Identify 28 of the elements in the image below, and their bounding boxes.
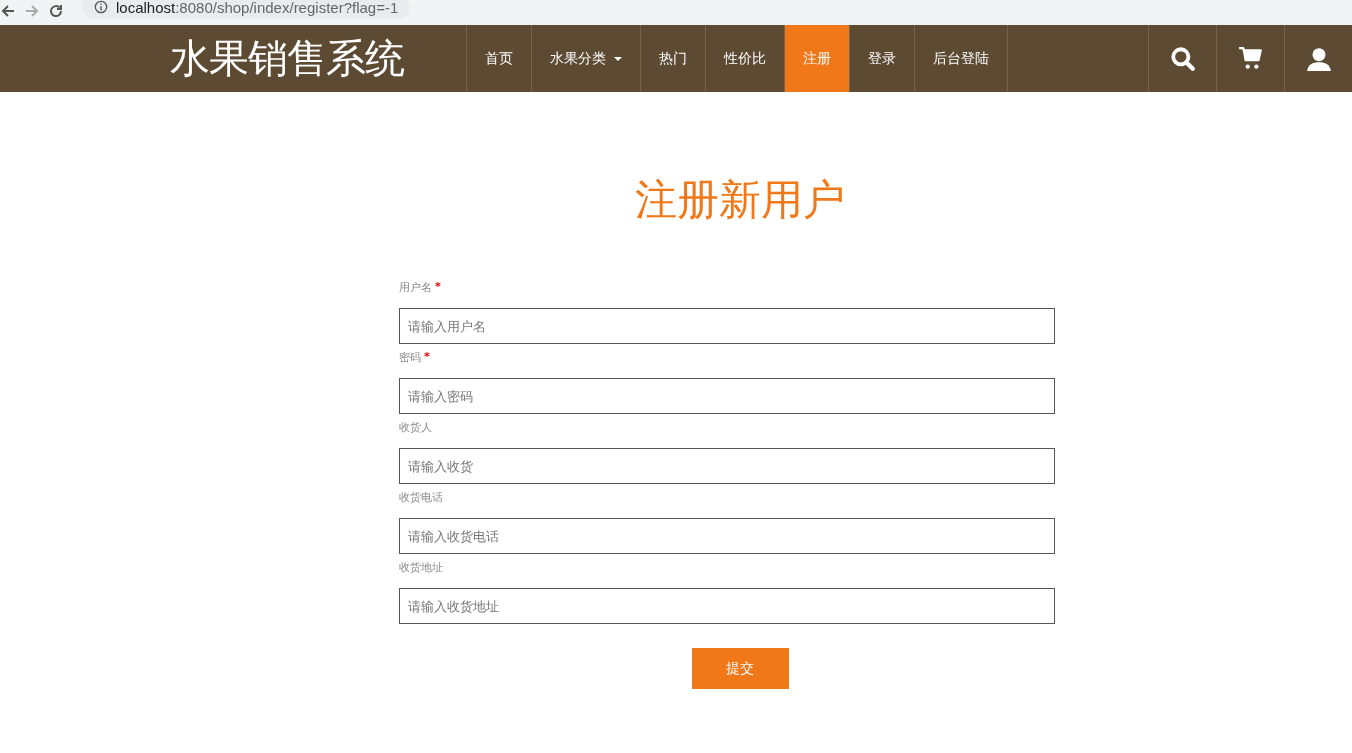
field-label: 密码 (399, 350, 421, 365)
field-label: 收货地址 (399, 560, 443, 575)
nav-link[interactable]: 水果分类 (531, 25, 640, 92)
nav-link[interactable]: 热门 (640, 25, 705, 92)
cart-icon (1237, 45, 1264, 72)
url-text: localhost:8080/shop/index/register?flag=-1 (116, 0, 399, 16)
back-icon[interactable] (0, 3, 16, 19)
input-field[interactable]: 请输入收货 (399, 448, 1055, 484)
page-title: 注册新用户 (634, 174, 846, 226)
caret-icon (614, 56, 622, 61)
info-icon (94, 0, 108, 14)
input-field[interactable]: 请输入密码 (399, 378, 1055, 414)
nav-link[interactable]: 登录 (849, 25, 914, 92)
user-icon (1305, 45, 1332, 72)
search-icon (1169, 45, 1196, 72)
input-field[interactable]: 请输入收货地址 (399, 588, 1055, 624)
field-label: 收货人 (399, 420, 432, 435)
required-mark: * (424, 350, 430, 363)
site-title[interactable]: 水果销售系统 (0, 25, 466, 92)
nav-link[interactable]: 后台登陆 (914, 25, 1008, 92)
nav-link[interactable]: 首页 (466, 25, 531, 92)
required-mark: * (435, 280, 441, 293)
field-label: 用户名 (399, 280, 432, 295)
address-bar[interactable]: localhost:8080/shop/index/register?flag=-1 (82, 0, 411, 19)
reload-icon[interactable] (48, 3, 64, 19)
input-field[interactable]: 请输入用户名 (399, 308, 1055, 344)
input-field[interactable]: 请输入收货电话 (399, 518, 1055, 554)
field-label: 收货电话 (399, 490, 443, 505)
